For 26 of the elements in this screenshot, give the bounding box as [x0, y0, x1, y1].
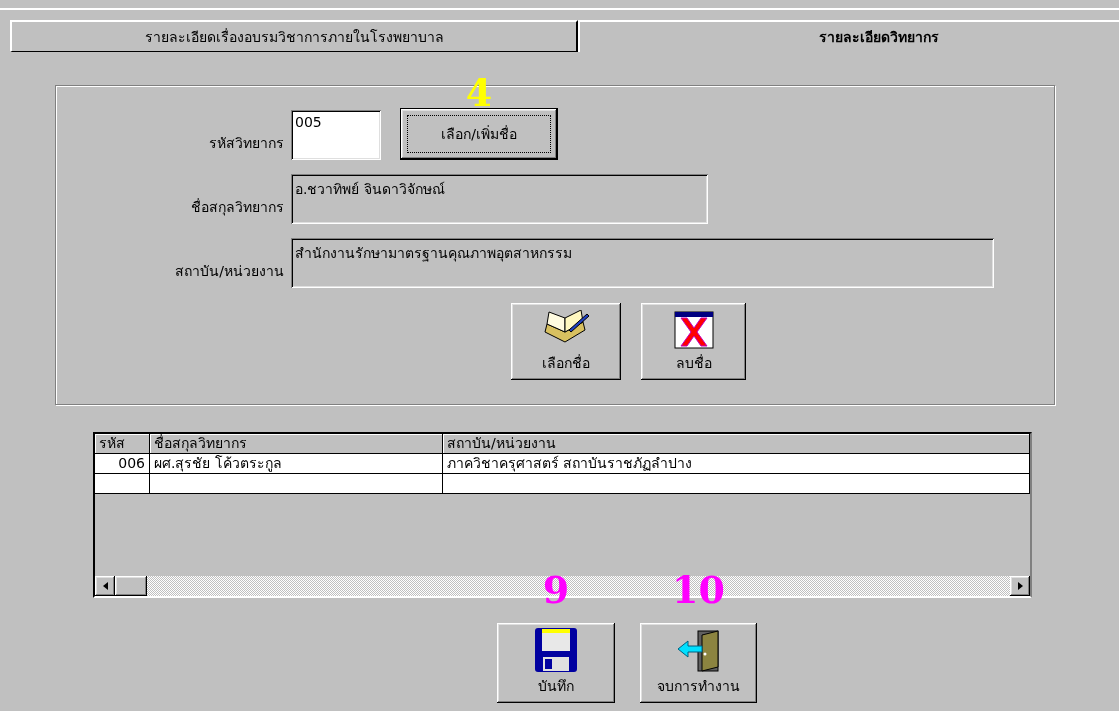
field-label: สถาบัน/หน่วยงาน [174, 262, 284, 281]
icon-button[interactable]: เลือกชื่อ [511, 303, 621, 380]
column-header[interactable]: รหัส [95, 434, 150, 453]
annotation-number: 10 [672, 571, 725, 609]
scroll-left-button[interactable] [95, 576, 115, 596]
scroll-thumb[interactable] [115, 576, 147, 596]
scroll-right-button[interactable] [1010, 576, 1030, 596]
pick-name-button[interactable]: เลือก/เพิ่มชื่อ [400, 108, 558, 160]
annotation-number: 9 [542, 571, 570, 609]
input-field[interactable]: 005 [291, 110, 381, 160]
readonly-field: สำนักงานรักษามาตรฐานคุณภาพอุตสาหกรรม [291, 238, 994, 288]
tab[interactable]: รายละเอียดวิทยากร [578, 20, 1119, 52]
table-cell: 006 [95, 454, 150, 473]
column-header[interactable]: สถาบัน/หน่วยงาน [443, 434, 1030, 453]
field-label: ชื่อสกุลวิทยากร [190, 197, 284, 218]
column-header[interactable]: ชื่อสกุลวิทยากร [150, 434, 443, 453]
exit-door-icon [675, 629, 722, 673]
field-label: รหัสวิทยากร [208, 134, 284, 153]
tab[interactable]: รายละเอียดเรื่องอบรมวิชาการภายในโรงพยาบาล [10, 20, 578, 52]
right-arrow-icon [1017, 582, 1023, 590]
left-arrow-icon [102, 582, 108, 590]
delete-window-icon [672, 310, 715, 350]
icon-button[interactable]: ลบชื่อ [641, 303, 746, 380]
table-cell: ผศ.สุรชัย โค้วตระกูล [150, 454, 443, 473]
readonly-field: อ.ชวาทิพย์ จินดาวิจักษณ์ [291, 174, 708, 224]
table-cell: ภาควิชาครุศาสตร์ สถาบันราชภัฏลำปาง [443, 454, 1030, 473]
